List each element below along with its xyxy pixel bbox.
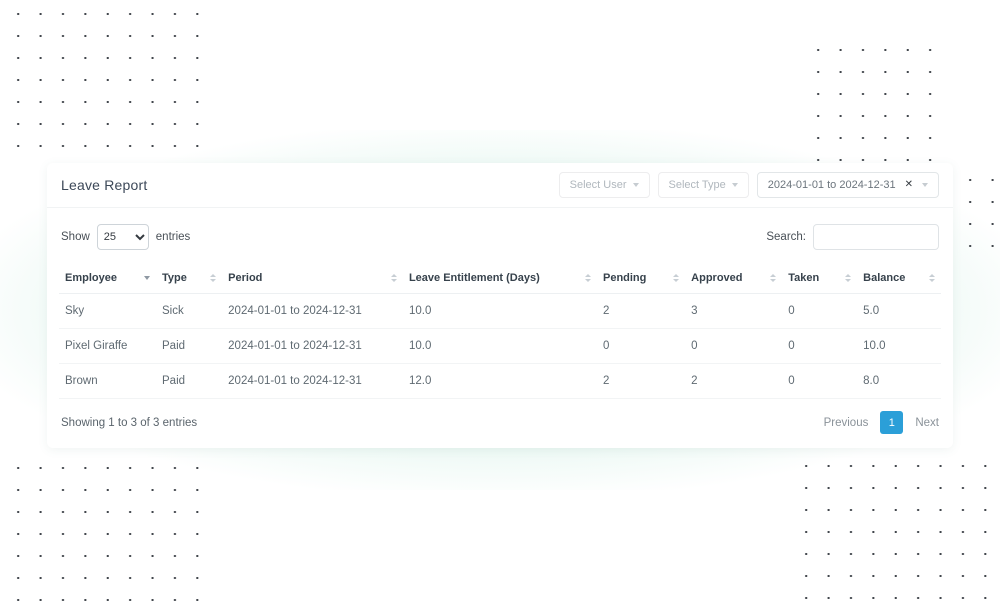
next-button[interactable]: Next <box>915 417 939 429</box>
cell-period: 2024-01-01 to 2024-12-31 <box>222 329 403 364</box>
date-range-value: 2024-01-01 to 2024-12-31 <box>768 179 896 191</box>
cell-period: 2024-01-01 to 2024-12-31 <box>222 294 403 329</box>
cell-approved: 0 <box>685 329 782 364</box>
column-header-type[interactable]: Type <box>156 262 222 294</box>
chevron-down-icon <box>732 183 738 187</box>
cell-entitlement: 10.0 <box>403 294 597 329</box>
page-title: Leave Report <box>61 177 147 193</box>
select-type-label: Select Type <box>669 179 726 191</box>
dot-grid-pattern <box>788 452 1000 614</box>
table-row: Pixel Giraffe Paid 2024-01-01 to 2024-12… <box>59 329 941 364</box>
dot-grid-pattern <box>0 160 14 212</box>
select-type-dropdown[interactable]: Select Type <box>658 172 749 198</box>
pagination: Previous 1 Next <box>824 411 939 434</box>
cell-type: Sick <box>156 294 222 329</box>
cell-taken: 0 <box>782 294 857 329</box>
entries-info: Showing 1 to 3 of 3 entries <box>61 417 197 429</box>
dot-grid-pattern <box>0 0 218 160</box>
sort-icon <box>673 274 679 282</box>
cell-pending: 2 <box>597 294 685 329</box>
cell-taken: 0 <box>782 329 857 364</box>
table-header-row: Employee Type Period Leave Entitlement (… <box>59 262 941 294</box>
page-1-button[interactable]: 1 <box>880 411 903 434</box>
dot-grid-pattern <box>0 454 214 614</box>
sort-icon <box>770 274 776 282</box>
leave-table-wrap: Employee Type Period Leave Entitlement (… <box>47 262 953 399</box>
table-toolbar: Show 25 entries Search: <box>47 208 953 262</box>
page-length-select[interactable]: 25 <box>97 224 149 250</box>
filter-bar: Select User Select Type 2024-01-01 to 20… <box>559 172 939 198</box>
search-control: Search: <box>766 224 939 250</box>
dot-grid-pattern <box>800 36 950 162</box>
cell-employee: Sky <box>59 294 156 329</box>
cell-pending: 2 <box>597 364 685 399</box>
cell-period: 2024-01-01 to 2024-12-31 <box>222 364 403 399</box>
chevron-down-icon <box>633 183 639 187</box>
sort-icon <box>210 274 216 282</box>
sort-icon <box>845 274 851 282</box>
clear-icon[interactable]: ✕ <box>905 180 913 190</box>
sort-icon <box>585 274 591 282</box>
cell-employee: Brown <box>59 364 156 399</box>
leave-table: Employee Type Period Leave Entitlement (… <box>59 262 941 399</box>
cell-entitlement: 12.0 <box>403 364 597 399</box>
cell-balance: 10.0 <box>857 329 941 364</box>
sort-desc-icon <box>144 276 150 280</box>
sort-icon <box>929 274 935 282</box>
column-header-employee[interactable]: Employee <box>59 262 156 294</box>
column-header-balance[interactable]: Balance <box>857 262 941 294</box>
column-header-entitlement[interactable]: Leave Entitlement (Days) <box>403 262 597 294</box>
page-length-control: Show 25 entries <box>61 224 190 250</box>
cell-type: Paid <box>156 364 222 399</box>
cell-employee: Pixel Giraffe <box>59 329 156 364</box>
sort-icon <box>391 274 397 282</box>
table-row: Sky Sick 2024-01-01 to 2024-12-31 10.0 2… <box>59 294 941 329</box>
column-header-pending[interactable]: Pending <box>597 262 685 294</box>
column-header-approved[interactable]: Approved <box>685 262 782 294</box>
date-range-select[interactable]: 2024-01-01 to 2024-12-31 ✕ <box>757 172 939 198</box>
entries-label: entries <box>156 231 191 243</box>
previous-button[interactable]: Previous <box>824 417 869 429</box>
select-user-dropdown[interactable]: Select User <box>559 172 650 198</box>
cell-entitlement: 10.0 <box>403 329 597 364</box>
card-header: Leave Report Select User Select Type 202… <box>47 163 953 208</box>
cell-balance: 5.0 <box>857 294 941 329</box>
search-input[interactable] <box>813 224 939 250</box>
chevron-down-icon <box>922 183 928 187</box>
leave-report-card: Leave Report Select User Select Type 202… <box>47 163 953 448</box>
cell-type: Paid <box>156 329 222 364</box>
dot-grid-pattern <box>952 166 998 260</box>
column-header-period[interactable]: Period <box>222 262 403 294</box>
column-header-taken[interactable]: Taken <box>782 262 857 294</box>
cell-pending: 0 <box>597 329 685 364</box>
table-footer: Showing 1 to 3 of 3 entries Previous 1 N… <box>47 399 953 448</box>
show-label: Show <box>61 231 90 243</box>
select-user-label: Select User <box>570 179 627 191</box>
cell-approved: 3 <box>685 294 782 329</box>
cell-taken: 0 <box>782 364 857 399</box>
cell-approved: 2 <box>685 364 782 399</box>
cell-balance: 8.0 <box>857 364 941 399</box>
table-row: Brown Paid 2024-01-01 to 2024-12-31 12.0… <box>59 364 941 399</box>
search-label: Search: <box>766 231 806 243</box>
